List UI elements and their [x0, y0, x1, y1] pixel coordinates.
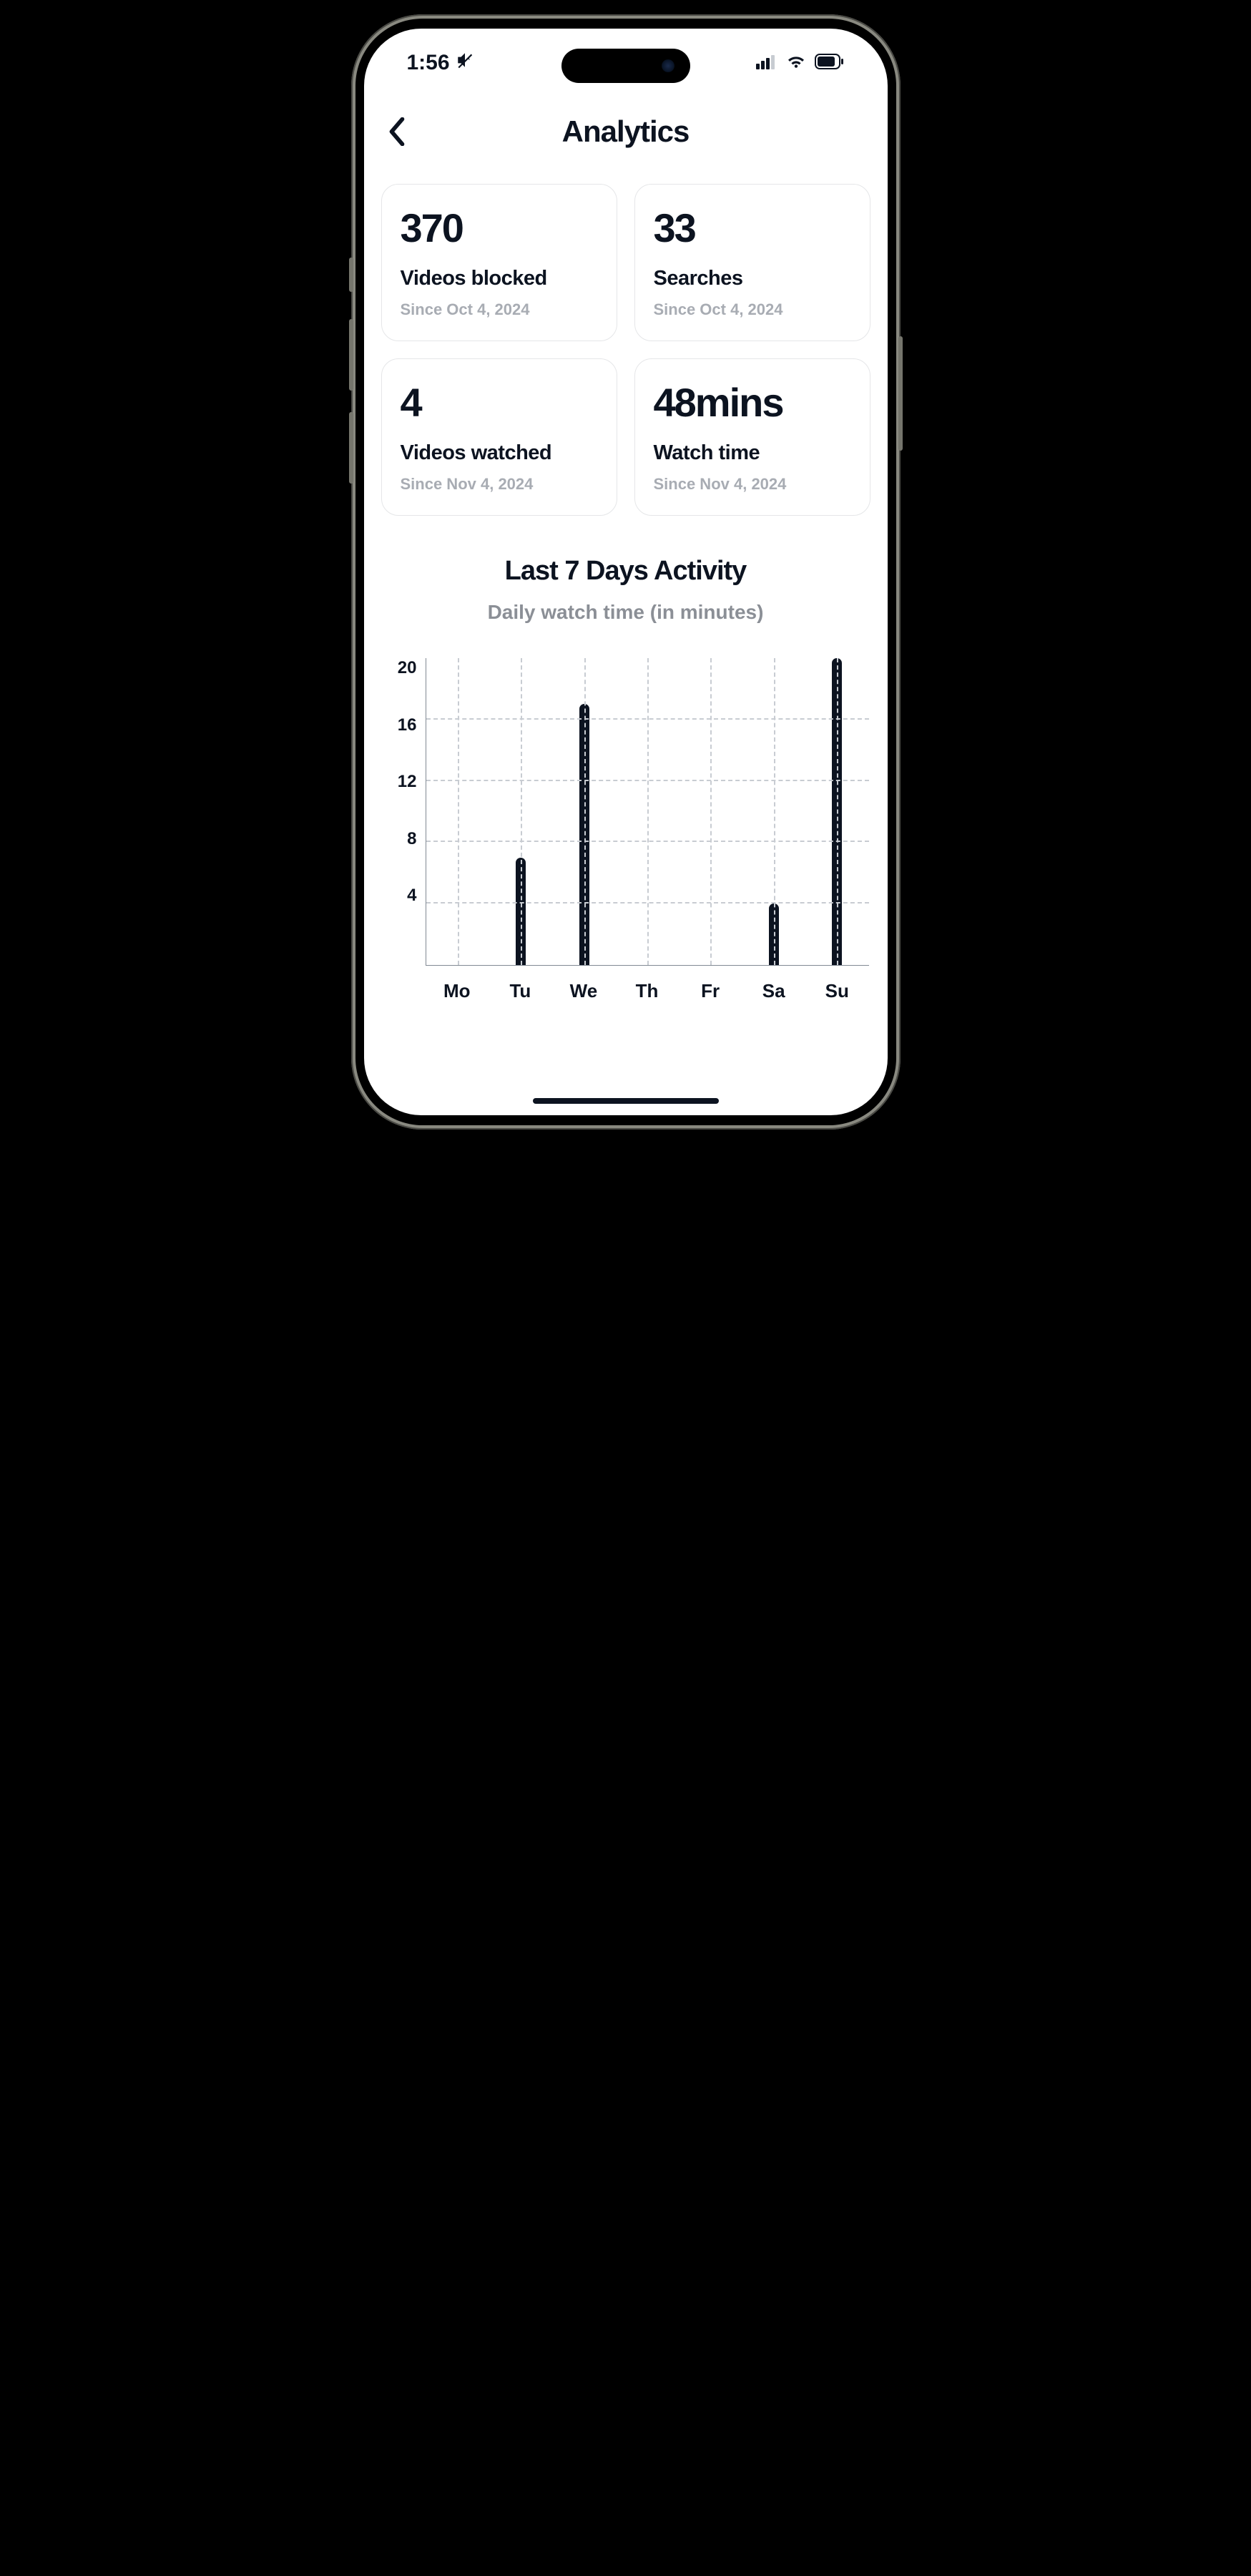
- x-tick: Tu: [489, 980, 552, 1002]
- cellular-icon: [756, 51, 777, 75]
- gridline-v: [521, 658, 522, 965]
- header: Analytics: [377, 99, 875, 164]
- x-tick: Th: [615, 980, 679, 1002]
- chart-plot-area: [426, 658, 869, 966]
- stat-value: 4: [401, 379, 598, 426]
- power-button: [898, 336, 903, 451]
- stat-card-videos-watched: 4 Videos watched Since Nov 4, 2024: [381, 358, 617, 516]
- volume-down-button: [349, 412, 353, 484]
- wifi-icon: [786, 51, 806, 75]
- stat-label: Videos blocked: [401, 267, 598, 290]
- x-tick: We: [552, 980, 616, 1002]
- x-axis-labels: MoTuWeThFrSaSu: [420, 980, 875, 1002]
- chart: 20 16 12 8 4 0: [377, 658, 875, 966]
- x-tick: Mo: [426, 980, 489, 1002]
- stat-subtext: Since Nov 4, 2024: [654, 475, 851, 494]
- stat-card-watch-time: 48mins Watch time Since Nov 4, 2024: [634, 358, 870, 516]
- battery-icon: [815, 51, 845, 75]
- back-button[interactable]: [383, 117, 411, 146]
- gridline-v: [584, 658, 586, 965]
- y-tick: 4: [407, 886, 416, 906]
- stat-label: Videos watched: [401, 441, 598, 465]
- y-tick: 20: [398, 658, 417, 678]
- screen: 1:56: [364, 29, 888, 1115]
- y-axis-labels: 20 16 12 8 4 0: [383, 658, 426, 966]
- y-tick: 12: [398, 772, 417, 792]
- volume-up-button: [349, 319, 353, 391]
- status-time: 1:56: [407, 51, 450, 75]
- gridline-v: [647, 658, 649, 965]
- gridline-v: [774, 658, 775, 965]
- stat-subtext: Since Nov 4, 2024: [401, 475, 598, 494]
- stat-value: 33: [654, 205, 851, 251]
- side-button: [349, 258, 353, 292]
- stat-card-searches: 33 Searches Since Oct 4, 2024: [634, 184, 870, 341]
- home-indicator: [533, 1098, 719, 1104]
- x-tick: Fr: [679, 980, 742, 1002]
- y-tick: 16: [398, 715, 417, 735]
- chart-subtitle: Daily watch time (in minutes): [377, 601, 875, 624]
- silent-icon: [456, 51, 474, 75]
- chart-title: Last 7 Days Activity: [377, 556, 875, 587]
- x-tick: Su: [805, 980, 869, 1002]
- stat-subtext: Since Oct 4, 2024: [401, 300, 598, 319]
- y-tick: 8: [407, 829, 416, 849]
- page-title: Analytics: [562, 114, 690, 149]
- stat-subtext: Since Oct 4, 2024: [654, 300, 851, 319]
- gridline-v: [458, 658, 459, 965]
- stat-value: 370: [401, 205, 598, 251]
- stat-label: Watch time: [654, 441, 851, 465]
- stat-label: Searches: [654, 267, 851, 290]
- phone-frame: 1:56: [351, 14, 901, 1130]
- gridline-v: [837, 658, 838, 965]
- stat-cards: 370 Videos blocked Since Oct 4, 2024 33 …: [377, 184, 875, 516]
- stat-card-videos-blocked: 370 Videos blocked Since Oct 4, 2024: [381, 184, 617, 341]
- stat-value: 48mins: [654, 379, 851, 426]
- x-tick: Sa: [742, 980, 805, 1002]
- dynamic-island: [561, 49, 690, 83]
- chevron-left-icon: [387, 117, 407, 146]
- gridline-v: [710, 658, 712, 965]
